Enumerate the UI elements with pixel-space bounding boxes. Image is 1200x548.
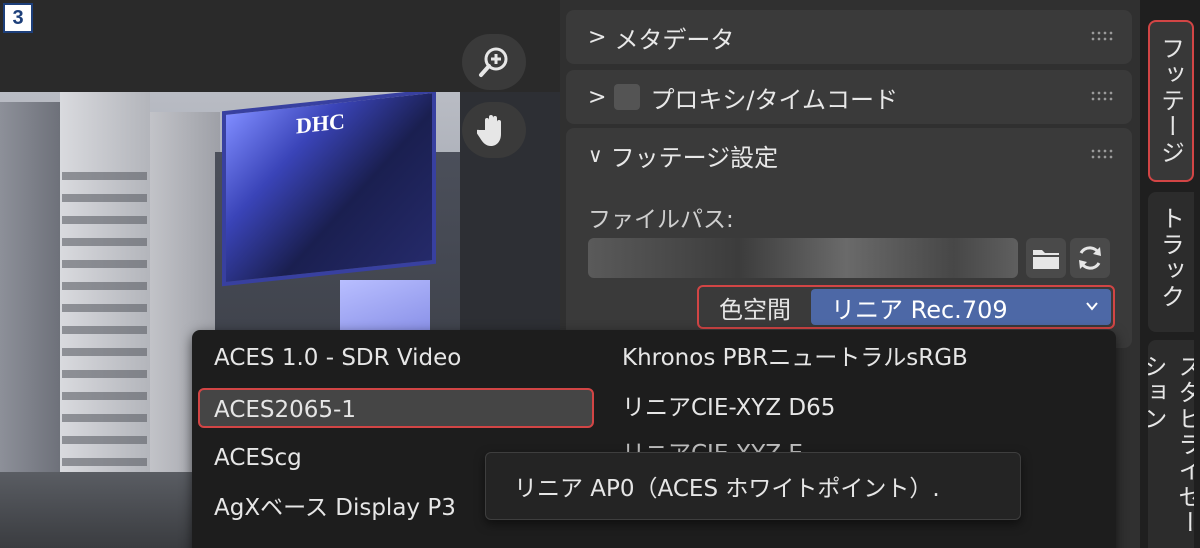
file-path-field[interactable] <box>588 238 1018 278</box>
option-tooltip: リニア AP0（ACES ホワイトポイント）. <box>485 452 1021 520</box>
tab-track-label: トラック <box>1156 206 1185 310</box>
chevron-down-icon: ∨ <box>588 143 603 167</box>
chevron-right-icon: > <box>588 24 607 50</box>
tab-footage-label: フッテージ <box>1156 36 1185 166</box>
proxy-checkbox[interactable] <box>614 84 641 110</box>
footage-settings-header[interactable]: ∨ フッテージ設定 <box>566 128 1132 182</box>
color-space-select[interactable]: リニア Rec.709 <box>811 289 1111 325</box>
option-agx-display-p3[interactable]: AgXベース Display P3 <box>214 488 456 528</box>
option-aces-sdr-video[interactable]: ACES 1.0 - SDR Video <box>214 338 461 378</box>
section-proxy-label: プロキシ/タイムコード <box>650 85 899 114</box>
drag-handle-icon[interactable] <box>1090 90 1114 102</box>
option-khronos-pbr[interactable]: Khronos PBRニュートラルsRGB <box>622 338 968 378</box>
drag-handle-icon[interactable] <box>1090 148 1114 160</box>
folder-icon <box>1033 250 1059 269</box>
section-metadata[interactable]: > メタデータ <box>566 10 1132 64</box>
section-proxy-timecode[interactable]: > プロキシ/タイムコード <box>566 70 1132 124</box>
zoom-in-icon <box>479 47 508 77</box>
billboard-text: DHC <box>296 108 345 139</box>
refresh-icon <box>1079 246 1101 270</box>
tab-footage[interactable]: フッテージ <box>1148 20 1194 182</box>
reload-button[interactable] <box>1070 238 1110 278</box>
option-acescg[interactable]: ACEScg <box>214 438 302 478</box>
section-metadata-label: メタデータ <box>614 25 735 54</box>
color-space-value: リニア Rec.709 <box>831 295 1008 324</box>
tooltip-text: リニア AP0（ACES ホワイトポイント）. <box>514 476 940 502</box>
pan-button[interactable] <box>462 102 526 158</box>
section-footage-label: フッテージ設定 <box>610 143 779 172</box>
file-path-label: ファイルパス: <box>588 207 734 233</box>
zoom-button[interactable] <box>462 34 526 90</box>
step-number-badge: 3 <box>3 3 33 33</box>
chevron-down-icon <box>1086 302 1098 311</box>
tab-track[interactable]: トラック <box>1148 192 1194 332</box>
browse-folder-button[interactable] <box>1026 238 1066 278</box>
hand-icon <box>477 115 501 146</box>
billboard-screen: DHC <box>222 92 436 287</box>
option-linear-cie-xyz-d65[interactable]: リニアCIE-XYZ D65 <box>622 388 835 428</box>
drag-handle-icon[interactable] <box>1090 30 1114 42</box>
color-space-row: 色空間 リニア Rec.709 <box>697 285 1115 329</box>
tab-stabilization-label: スタビライゼーション <box>1148 354 1194 536</box>
chevron-right-icon: > <box>588 84 607 110</box>
color-space-label: 色空間 <box>719 295 791 324</box>
option-aces2065-1[interactable]: ACES2065-1 <box>198 388 594 428</box>
sidebar-tabs: フッテージ トラック スタビライゼーション <box>1140 0 1200 548</box>
tab-stabilization[interactable]: スタビライゼーション <box>1148 340 1194 548</box>
